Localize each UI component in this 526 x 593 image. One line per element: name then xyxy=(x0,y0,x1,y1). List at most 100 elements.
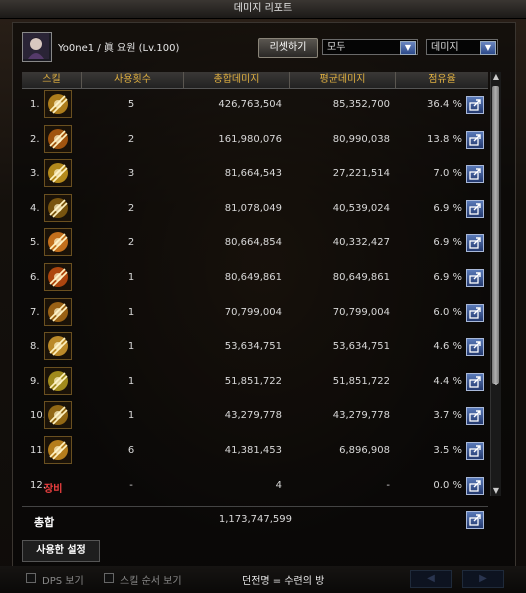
avg-damage: 70,799,004 xyxy=(332,306,390,318)
share-icon[interactable] xyxy=(466,165,484,184)
metric-select-value: 데미지 xyxy=(431,42,459,53)
character-avatar xyxy=(22,32,52,62)
skill-11-icon xyxy=(44,436,72,464)
row-index: 5. xyxy=(30,237,40,249)
use-count: 2 xyxy=(127,202,135,214)
damage-share: 4.4 % xyxy=(433,375,462,387)
scroll-thumb[interactable] xyxy=(492,86,499,384)
player-name: Yo0ne1 xyxy=(58,43,95,54)
skill-10-icon xyxy=(44,401,72,430)
skill-order-label: 스킬 순서 보기 xyxy=(120,576,182,587)
skill-1-icon xyxy=(44,90,72,118)
scroll-down-icon[interactable]: ▼ xyxy=(491,486,501,496)
character-portrait-icon xyxy=(23,33,49,59)
damage-share: 3.5 % xyxy=(433,445,462,456)
share-icon[interactable] xyxy=(466,130,484,149)
column-use-count[interactable]: 사용횟수 xyxy=(82,72,184,88)
metric-select[interactable]: 데미지 ▼ xyxy=(426,39,498,55)
table-row: 6. 1 80,649,861 80,649,861 6.9 % xyxy=(22,261,488,295)
table-row: 7. 1 70,799,004 70,799,004 6.0 % xyxy=(22,296,488,330)
player-info: Yo0ne1 / 眞 요원 (Lv.100) xyxy=(58,39,179,54)
share-icon[interactable] xyxy=(466,372,484,391)
share-icon[interactable] xyxy=(466,269,484,287)
skill-7-icon xyxy=(44,297,72,326)
share-icon[interactable] xyxy=(466,407,484,426)
use-count: 1 xyxy=(127,375,135,387)
table-row: 4. 2 81,078,049 40,539,024 6.9 % xyxy=(22,192,488,226)
dps-checkbox[interactable] xyxy=(26,573,36,583)
share-icon[interactable] xyxy=(466,199,484,218)
share-icon[interactable] xyxy=(466,96,484,114)
damage-share: 13.8 % xyxy=(427,133,462,145)
chevron-down-icon[interactable]: ▼ xyxy=(480,41,496,55)
total-damage: 53,634,751 xyxy=(224,341,282,353)
avg-damage: 80,990,038 xyxy=(332,133,390,145)
chevron-down-icon[interactable]: ▼ xyxy=(400,41,416,55)
column-avg-damage[interactable]: 평균데미지 xyxy=(290,72,396,88)
total-damage-value: 1,173,747,599 xyxy=(218,514,292,525)
footer-bar: DPS 보기 스킬 순서 보기 던전명 = 수련의 방 ◀ ▶ xyxy=(0,566,526,593)
total-damage: 41,381,453 xyxy=(224,445,282,456)
use-count: - xyxy=(129,479,133,491)
use-count: 1 xyxy=(127,306,135,318)
avg-damage: 27,221,514 xyxy=(332,168,390,180)
total-damage: 80,649,861 xyxy=(224,272,282,283)
avg-damage: - xyxy=(386,479,390,491)
avg-damage: 53,634,751 xyxy=(332,341,390,353)
window-title: 데미지 리포트 xyxy=(0,0,526,19)
skill-6-icon xyxy=(44,263,72,291)
share-icon[interactable] xyxy=(466,476,484,495)
table-row: 11. 6 41,381,453 6,896,908 3.5 % xyxy=(22,434,488,468)
row-index: 7. xyxy=(30,306,40,318)
reset-button[interactable]: 리셋하기 xyxy=(258,38,318,58)
damage-share: 4.6 % xyxy=(433,341,462,353)
skill-8-icon xyxy=(44,332,72,361)
use-count: 1 xyxy=(127,410,135,422)
row-index: 1. xyxy=(30,99,40,110)
chevron-down-icon[interactable]: ⌄ xyxy=(491,378,501,388)
avg-damage: 6,896,908 xyxy=(339,445,390,456)
total-damage: 4 xyxy=(275,479,282,491)
next-page-button[interactable]: ▶ xyxy=(462,570,504,588)
skill-3-icon xyxy=(44,159,72,188)
filter-select[interactable]: 모두 ▼ xyxy=(322,39,418,55)
table-row: 9. 1 51,851,722 51,851,722 4.4 % xyxy=(22,365,488,399)
share-icon[interactable] xyxy=(466,303,484,322)
table-row: 10. 1 43,279,778 43,279,778 3.7 % xyxy=(22,399,488,433)
skill-2-icon xyxy=(44,124,72,153)
damage-share: 7.0 % xyxy=(433,168,462,180)
share-icon[interactable] xyxy=(466,338,484,357)
avg-damage: 43,279,778 xyxy=(332,410,390,422)
total-damage: 51,851,722 xyxy=(224,375,282,387)
table-row: 8. 1 53,634,751 53,634,751 4.6 % xyxy=(22,330,488,364)
column-share[interactable]: 점유율 xyxy=(396,72,488,88)
damage-share: 0.0 % xyxy=(433,479,462,491)
prev-page-button[interactable]: ◀ xyxy=(410,570,452,588)
scrollbar[interactable]: ▲ ⌄ ▼ xyxy=(490,72,501,496)
skill-4-icon xyxy=(44,193,72,222)
table-row: 2. 2 161,980,076 80,990,038 13.8 % xyxy=(22,123,488,157)
share-icon[interactable] xyxy=(466,442,484,460)
use-count: 3 xyxy=(127,168,135,180)
use-count: 2 xyxy=(127,133,135,145)
damage-share: 6.9 % xyxy=(433,237,462,249)
table-row: 3. 3 81,664,543 27,221,514 7.0 % xyxy=(22,157,488,191)
row-index: 8. xyxy=(30,341,40,353)
damage-share: 6.9 % xyxy=(433,202,462,214)
share-icon[interactable] xyxy=(466,511,484,529)
damage-share: 6.9 % xyxy=(433,272,462,283)
column-total-damage[interactable]: 총합데미지 xyxy=(184,72,290,88)
dps-label: DPS 보기 xyxy=(42,576,84,587)
total-damage: 426,763,504 xyxy=(218,99,282,110)
use-count: 6 xyxy=(127,445,135,456)
skill-order-checkbox[interactable] xyxy=(104,573,114,583)
player-class: 眞 요원 (Lv.100) xyxy=(103,43,180,54)
row-index: 3. xyxy=(30,168,40,180)
total-damage: 43,279,778 xyxy=(224,410,282,422)
total-damage: 161,980,076 xyxy=(218,133,282,145)
avg-damage: 80,649,861 xyxy=(332,272,390,283)
share-icon[interactable] xyxy=(466,234,484,253)
column-skill[interactable]: 스킬 xyxy=(22,72,82,88)
used-settings-tab[interactable]: 사용한 설정 xyxy=(22,540,100,562)
scroll-up-icon[interactable]: ▲ xyxy=(491,72,501,82)
